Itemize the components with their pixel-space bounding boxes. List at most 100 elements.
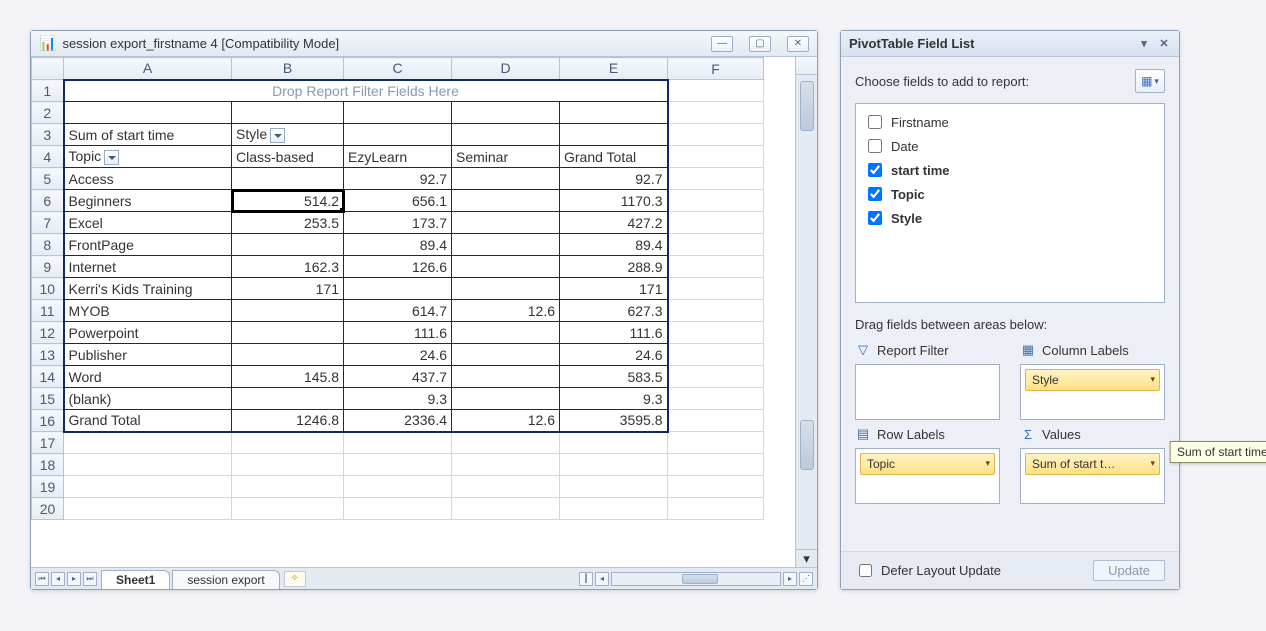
cell-7-E[interactable]: 427.2 [560, 212, 668, 234]
cell-8-D[interactable] [452, 234, 560, 256]
field-item-start-time[interactable]: start time [862, 158, 1158, 182]
panel-options-icon[interactable]: ▾ [1137, 37, 1151, 51]
cell-9-E[interactable]: 288.9 [560, 256, 668, 278]
cell-8-E[interactable]: 89.4 [560, 234, 668, 256]
pivot-row-label-16[interactable]: Grand Total [64, 410, 232, 432]
row-header-16[interactable]: 16 [32, 410, 64, 432]
row-header-20[interactable]: 20 [32, 498, 64, 520]
scroll-down-button[interactable]: ▾ [796, 549, 818, 567]
tab-nav-next[interactable]: ▸ [67, 572, 81, 586]
row-header-12[interactable]: 12 [32, 322, 64, 344]
cell-17-C[interactable] [344, 432, 452, 454]
row-header-18[interactable]: 18 [32, 454, 64, 476]
cell-12-D[interactable] [452, 322, 560, 344]
tab-session-export[interactable]: session export [172, 570, 279, 589]
pivot-col-classbased[interactable]: Class-based [232, 146, 344, 168]
cell-3-F[interactable] [668, 124, 764, 146]
cell-17-F[interactable] [668, 432, 764, 454]
cell-18-F[interactable] [668, 454, 764, 476]
column-header-B[interactable]: B [232, 58, 344, 80]
row-header-3[interactable]: 3 [32, 124, 64, 146]
cell-11-E[interactable]: 627.3 [560, 300, 668, 322]
cell-12-F[interactable] [668, 322, 764, 344]
minimize-button[interactable]: — [711, 36, 733, 52]
pivot-col-grandtotal[interactable]: Grand Total [560, 146, 668, 168]
field-checkbox-0[interactable] [868, 115, 882, 129]
pivot-row-label-12[interactable]: Powerpoint [64, 322, 232, 344]
cell-18-D[interactable] [452, 454, 560, 476]
cell-6-E[interactable]: 1170.3 [560, 190, 668, 212]
update-button[interactable]: Update [1093, 560, 1165, 581]
defer-update-checkbox[interactable] [859, 564, 872, 577]
cell-12-C[interactable]: 111.6 [344, 322, 452, 344]
cell-3-E[interactable] [560, 124, 668, 146]
cell-18-A[interactable] [64, 454, 232, 476]
pivot-row-label-7[interactable]: Excel [64, 212, 232, 234]
cell-2-F[interactable] [668, 102, 764, 124]
panel-close-icon[interactable]: ✕ [1157, 37, 1171, 51]
row-header-13[interactable]: 13 [32, 344, 64, 366]
area-box-columns[interactable]: Style [1020, 364, 1165, 420]
cell-19-C[interactable] [344, 476, 452, 498]
tab-sheet1[interactable]: Sheet1 [101, 570, 170, 589]
cell-14-E[interactable]: 583.5 [560, 366, 668, 388]
cell-1-F[interactable] [668, 80, 764, 102]
cell-7-C[interactable]: 173.7 [344, 212, 452, 234]
cell-8-B[interactable] [232, 234, 344, 256]
vscroll-thumb-top[interactable] [800, 81, 814, 131]
field-item-date[interactable]: Date [862, 134, 1158, 158]
row-header-7[interactable]: 7 [32, 212, 64, 234]
cell-14-B[interactable]: 145.8 [232, 366, 344, 388]
cell-6-F[interactable] [668, 190, 764, 212]
restore-button[interactable]: ▢ [749, 36, 771, 52]
pivot-row-label-9[interactable]: Internet [64, 256, 232, 278]
cell-5-B[interactable] [232, 168, 344, 190]
cell-11-D[interactable]: 12.6 [452, 300, 560, 322]
cell-20-F[interactable] [668, 498, 764, 520]
column-header-C[interactable]: C [344, 58, 452, 80]
cell-18-B[interactable] [232, 454, 344, 476]
cell-2-A[interactable] [64, 102, 232, 124]
cell-7-D[interactable] [452, 212, 560, 234]
report-filter-drop-zone[interactable]: Drop Report Filter Fields Here [64, 80, 668, 102]
pivot-col-seminar[interactable]: Seminar [452, 146, 560, 168]
pivot-col-ezylearn[interactable]: EzyLearn [344, 146, 452, 168]
tab-nav-first[interactable]: ⏮ [35, 572, 49, 586]
vertical-scrollbar[interactable]: ▾ [795, 57, 817, 567]
cell-8-C[interactable]: 89.4 [344, 234, 452, 256]
pivot-row-label-14[interactable]: Word [64, 366, 232, 388]
pivot-row-label-13[interactable]: Publisher [64, 344, 232, 366]
cell-20-A[interactable] [64, 498, 232, 520]
cell-14-C[interactable]: 437.7 [344, 366, 452, 388]
topic-dropdown-button[interactable] [104, 150, 119, 165]
cell-17-E[interactable] [560, 432, 668, 454]
cell-16-D[interactable]: 12.6 [452, 410, 560, 432]
field-item-style[interactable]: Style [862, 206, 1158, 230]
cell-10-F[interactable] [668, 278, 764, 300]
cell-9-F[interactable] [668, 256, 764, 278]
cell-16-B[interactable]: 1246.8 [232, 410, 344, 432]
cell-15-B[interactable] [232, 388, 344, 410]
cell-10-C[interactable] [344, 278, 452, 300]
cell-19-D[interactable] [452, 476, 560, 498]
cell-5-E[interactable]: 92.7 [560, 168, 668, 190]
pivot-row-label-5[interactable]: Access [64, 168, 232, 190]
cell-16-E[interactable]: 3595.8 [560, 410, 668, 432]
cell-16-F[interactable] [668, 410, 764, 432]
cell-10-B[interactable]: 171 [232, 278, 344, 300]
close-button[interactable]: ✕ [787, 36, 809, 52]
cell-11-F[interactable] [668, 300, 764, 322]
hscroll-track[interactable] [611, 572, 781, 586]
horizontal-scrollbar[interactable]: ┃ ◂ ▸ ⋰ [575, 572, 817, 586]
cell-6-B[interactable]: 514.2 [232, 190, 344, 212]
cell-12-E[interactable]: 111.6 [560, 322, 668, 344]
cell-13-D[interactable] [452, 344, 560, 366]
cell-2-E[interactable] [560, 102, 668, 124]
row-header-10[interactable]: 10 [32, 278, 64, 300]
cell-11-C[interactable]: 614.7 [344, 300, 452, 322]
cell-10-D[interactable] [452, 278, 560, 300]
cell-9-D[interactable] [452, 256, 560, 278]
cell-3-C[interactable] [344, 124, 452, 146]
row-header-19[interactable]: 19 [32, 476, 64, 498]
hscroll-left[interactable]: ◂ [595, 572, 609, 586]
